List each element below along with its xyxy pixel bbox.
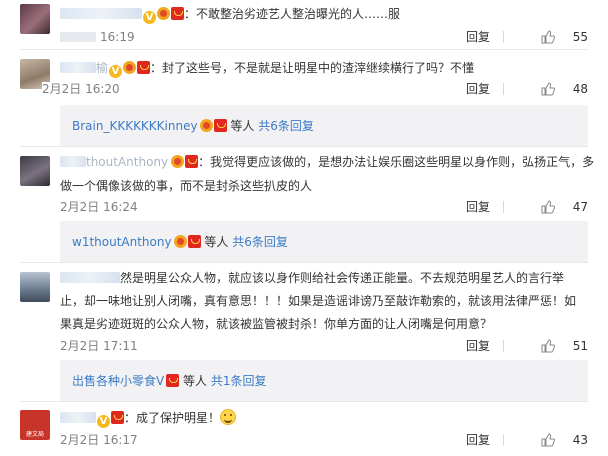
- comment-text: ：封了这些号，不是就是让明星中的渣滓继续横行了吗？不懂: [150, 61, 475, 75]
- timestamp: 2月2日 16:17: [60, 433, 138, 447]
- member-badge-icon: [111, 411, 124, 424]
- fan-badge-icon: [171, 155, 185, 168]
- reply-button[interactable]: 回复: [466, 28, 490, 46]
- comment-line: 榆 V ：封了这些号，不是就是让明星中的渣滓继续横行了吗？不懂: [60, 58, 588, 79]
- avatar[interactable]: [20, 156, 50, 186]
- username-blurred[interactable]: [60, 272, 120, 283]
- comment-line: thoutAnthony ：我觉得更应该做的，是想办法让娱乐圈这些明星以身作则，弘…: [60, 152, 594, 173]
- reply-thread-summary: 出售各种小零食V 等人 共1条回复: [72, 371, 267, 391]
- comment-text: ：成了保护明星！: [124, 411, 221, 425]
- divider: [20, 401, 588, 402]
- username[interactable]: thoutAnthony: [86, 155, 168, 169]
- comment-line: V ：不敢整治劣迹艺人整治曝光的人……服: [60, 4, 588, 25]
- avatar-label: 建文局: [25, 431, 44, 438]
- comment-meta: 2月2日 16:17 回复 43: [60, 431, 588, 449]
- verified-v-icon: V: [143, 11, 156, 24]
- comment-text: ：我觉得更应该做的，是想办法让娱乐圈这些明星以身作则，弘扬正气，多: [198, 155, 595, 169]
- reply-suffix: 等人: [183, 374, 208, 388]
- divider: [20, 262, 588, 263]
- fan-badge-icon: [157, 7, 170, 20]
- username[interactable]: [60, 8, 142, 19]
- reply-user-link[interactable]: Brain_KKKKKKKinney: [72, 119, 198, 133]
- comment-line: 然是明星公众人物，就应该以身作则给社会传递正能量。不去规范明星艺人的言行举: [60, 268, 588, 289]
- comment-text: 止，却一味地让别人闭嘴，真有意思！！！如果是造谣诽谤乃至敲诈勒索的，就该用法律严…: [60, 294, 577, 308]
- divider: [503, 83, 504, 95]
- thumb-up-icon: [541, 82, 555, 96]
- divider: [503, 340, 504, 352]
- member-badge-icon: [187, 235, 201, 248]
- comment-text: 然是明星公众人物，就应该以身作则给社会传递正能量。不去规范明星艺人的言行举: [120, 271, 565, 285]
- reply-count-link[interactable]: 共6条回复: [232, 235, 288, 249]
- comment-line: 止，却一味地让别人闭嘴，真有意思！！！如果是造谣诽谤乃至敲诈勒索的，就该用法律严…: [60, 291, 588, 312]
- divider: [503, 201, 504, 213]
- comment-meta: 16:19 回复 55: [60, 28, 588, 46]
- reply-count-link[interactable]: 共1条回复: [211, 374, 267, 388]
- member-badge-icon: [185, 155, 199, 168]
- thumb-up-icon: [541, 30, 555, 44]
- thumb-up-icon: [541, 200, 555, 214]
- username-blurred[interactable]: [60, 156, 86, 167]
- reply-suffix: 等人: [204, 235, 229, 249]
- fan-badge-icon: [123, 61, 137, 74]
- member-badge-icon: [166, 374, 180, 387]
- avatar[interactable]: 建文局: [20, 410, 50, 440]
- reply-thread[interactable]: Brain_KKKKKKKinney 等人 共6条回复: [60, 105, 588, 147]
- comment-line: 做一个偶像该做的事，而不是封杀这些扒皮的人: [60, 176, 588, 197]
- reply-thread[interactable]: w1thoutAnthony 等人 共6条回复: [60, 221, 588, 263]
- timestamp: 2月2日 16:24: [60, 200, 138, 214]
- divider: [503, 31, 504, 43]
- timestamp: 2月2日 17:11: [60, 339, 138, 353]
- reply-thread-summary: w1thoutAnthony 等人 共6条回复: [72, 232, 288, 252]
- username[interactable]: 榆: [96, 61, 108, 75]
- reply-thread-summary: Brain_KKKKKKKinney 等人 共6条回复: [72, 116, 314, 136]
- reply-button[interactable]: 回复: [466, 80, 490, 98]
- comment-meta: 2月2日 17:11 回复 51: [60, 337, 588, 355]
- comment-text: ：不敢整治劣迹艺人整治曝光的人……服: [184, 7, 401, 21]
- like-count: 47: [572, 200, 588, 214]
- reply-thread[interactable]: 出售各种小零食V 等人 共1条回复: [60, 360, 588, 402]
- username-blurred[interactable]: [60, 412, 96, 423]
- reply-button[interactable]: 回复: [466, 431, 490, 449]
- reply-suffix: 等人: [230, 119, 255, 133]
- timestamp: 2月2日 16:20: [42, 82, 120, 96]
- divider: [20, 49, 588, 50]
- username-blurred[interactable]: [60, 62, 96, 73]
- comment-text: 果真是劣迹斑斑的公众人物，就该被监管被封杀！你单方面的让人闭嘴是何用意？: [60, 317, 493, 331]
- avatar[interactable]: [20, 272, 50, 302]
- divider: [503, 434, 504, 446]
- reply-button[interactable]: 回复: [466, 337, 490, 355]
- timestamp: 16:19: [60, 28, 135, 46]
- member-badge-icon: [137, 61, 151, 74]
- fan-badge-icon: [199, 119, 213, 132]
- avatar[interactable]: [20, 4, 50, 34]
- divider: [20, 146, 588, 147]
- comment-line: 果真是劣迹斑斑的公众人物，就该被监管被封杀！你单方面的让人闭嘴是何用意？: [60, 314, 588, 335]
- reply-count-link[interactable]: 共6条回复: [258, 119, 314, 133]
- like-count: 55: [572, 30, 588, 44]
- like-count: 48: [572, 82, 588, 96]
- member-badge-icon: [213, 119, 227, 132]
- fan-badge-icon: [173, 235, 187, 248]
- verified-v-icon: V: [97, 415, 110, 428]
- thumb-up-icon: [541, 339, 555, 353]
- comment-text: 做一个偶像该做的事，而不是封杀这些扒皮的人: [60, 179, 313, 193]
- reply-button[interactable]: 回复: [466, 198, 490, 216]
- member-badge-icon: [171, 7, 184, 20]
- reply-user-link[interactable]: w1thoutAnthony: [72, 235, 172, 249]
- like-count: 43: [572, 433, 588, 447]
- comment-line: V ：成了保护明星！: [60, 408, 588, 429]
- smile-emoji-icon: [220, 409, 237, 425]
- comment-meta: 2月2日 16:20 回复 48: [42, 80, 588, 98]
- comment-meta: 2月2日 16:24 回复 47: [60, 198, 588, 216]
- thumb-up-icon: [541, 433, 555, 447]
- reply-user-link[interactable]: 出售各种小零食V: [72, 374, 164, 388]
- verified-v-icon: V: [109, 65, 123, 78]
- like-count: 51: [572, 339, 588, 353]
